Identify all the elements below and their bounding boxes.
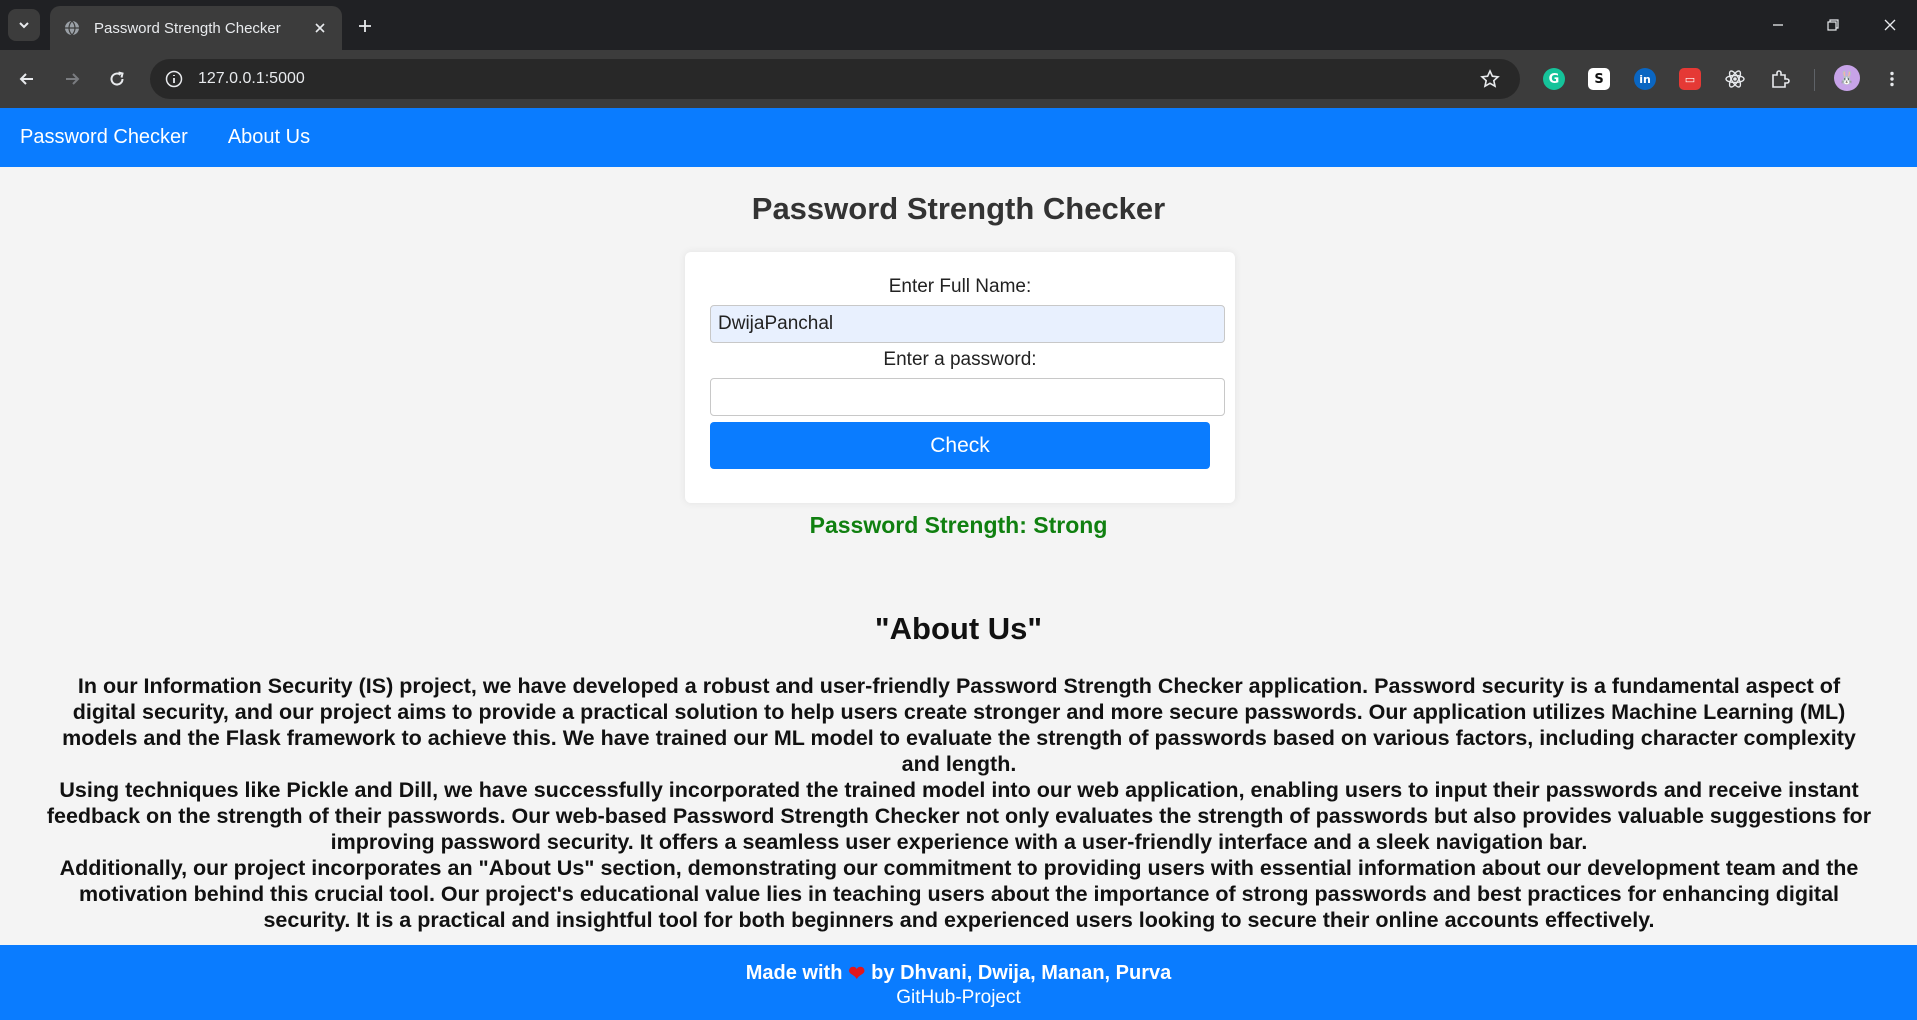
browser-tab-active[interactable]: Password Strength Checker xyxy=(50,6,342,50)
full-name-label: Enter Full Name: xyxy=(888,276,1032,297)
made-with-credit: Made with ❤ by Dhvani, Dwija, Manan, Pur… xyxy=(0,961,1917,986)
new-tab-button[interactable] xyxy=(352,13,378,39)
reload-icon xyxy=(110,71,124,86)
reload-button[interactable] xyxy=(102,64,132,94)
globe-icon xyxy=(64,20,80,36)
close-window-button[interactable] xyxy=(1870,10,1910,40)
s-extension-icon[interactable]: S xyxy=(1586,66,1612,92)
back-button[interactable] xyxy=(12,64,42,94)
browser-tabstrip: Password Strength Checker xyxy=(0,0,1917,50)
page-title: Password Strength Checker xyxy=(751,191,1166,226)
password-input[interactable] xyxy=(710,378,1225,416)
tab-search-button[interactable] xyxy=(8,9,40,41)
password-label: Enter a password: xyxy=(883,349,1037,370)
toolbar-divider xyxy=(1814,69,1815,91)
restore-icon xyxy=(1827,19,1839,31)
minimize-window-button[interactable] xyxy=(1758,10,1798,40)
minimize-icon xyxy=(1773,24,1783,26)
heart-icon: ❤ xyxy=(848,963,866,985)
browser-menu-button[interactable] xyxy=(1877,64,1907,94)
password-form-card: Enter Full Name: Enter a password: Check xyxy=(685,252,1235,503)
about-paragraph: Additionally, our project incorporates a… xyxy=(59,856,1859,932)
made-with-authors: by Dhvani, Dwija, Manan, Purva xyxy=(871,962,1172,984)
profile-avatar[interactable]: 🐰 xyxy=(1834,65,1860,91)
made-with-prefix: Made with xyxy=(745,962,843,984)
about-us-text: In our Information Security (IS) project… xyxy=(44,673,1874,933)
react-devtools-icon[interactable] xyxy=(1722,66,1748,92)
check-button[interactable]: Check xyxy=(710,422,1210,469)
bookmark-star-icon[interactable] xyxy=(1478,67,1502,91)
site-footer: Made with ❤ by Dhvani, Dwija, Manan, Pur… xyxy=(0,945,1917,1020)
address-bar[interactable]: 127.0.0.1:5000 xyxy=(150,59,1520,99)
chevron-down-icon xyxy=(19,22,29,29)
url-text[interactable]: 127.0.0.1:5000 xyxy=(198,70,1478,88)
linkedin-extension-icon[interactable]: in xyxy=(1632,66,1658,92)
about-paragraph: In our Information Security (IS) project… xyxy=(62,674,1856,776)
close-tab-icon[interactable] xyxy=(310,18,330,38)
red-extension-icon[interactable]: ▭ xyxy=(1677,66,1703,92)
tab-title: Password Strength Checker xyxy=(94,19,281,37)
plus-icon xyxy=(359,20,371,32)
web-page: Password Checker About Us Password Stren… xyxy=(0,108,1917,1020)
site-info-icon[interactable] xyxy=(162,67,186,91)
forward-button[interactable] xyxy=(57,64,87,94)
github-project-link[interactable]: GitHub-Project xyxy=(0,987,1917,1009)
more-vertical-icon xyxy=(1890,71,1894,87)
close-icon xyxy=(1884,19,1896,31)
arrow-left-icon xyxy=(19,73,33,85)
arrow-right-icon xyxy=(66,73,80,85)
about-paragraph: Using techniques like Pickle and Dill, w… xyxy=(46,778,1872,854)
restore-window-button[interactable] xyxy=(1813,10,1853,40)
password-strength-result: Password Strength: Strong xyxy=(809,512,1108,538)
nav-about-us-link[interactable]: About Us xyxy=(208,126,330,149)
nav-password-checker-link[interactable]: Password Checker xyxy=(0,126,208,149)
extensions-puzzle-icon[interactable] xyxy=(1767,66,1793,92)
full-name-input[interactable] xyxy=(710,305,1225,343)
site-navbar: Password Checker About Us xyxy=(0,108,1917,167)
grammarly-icon[interactable]: G xyxy=(1541,66,1567,92)
about-us-heading: "About Us" xyxy=(874,611,1043,646)
browser-toolbar: 127.0.0.1:5000 G S in ▭ 🐰 xyxy=(0,50,1917,108)
